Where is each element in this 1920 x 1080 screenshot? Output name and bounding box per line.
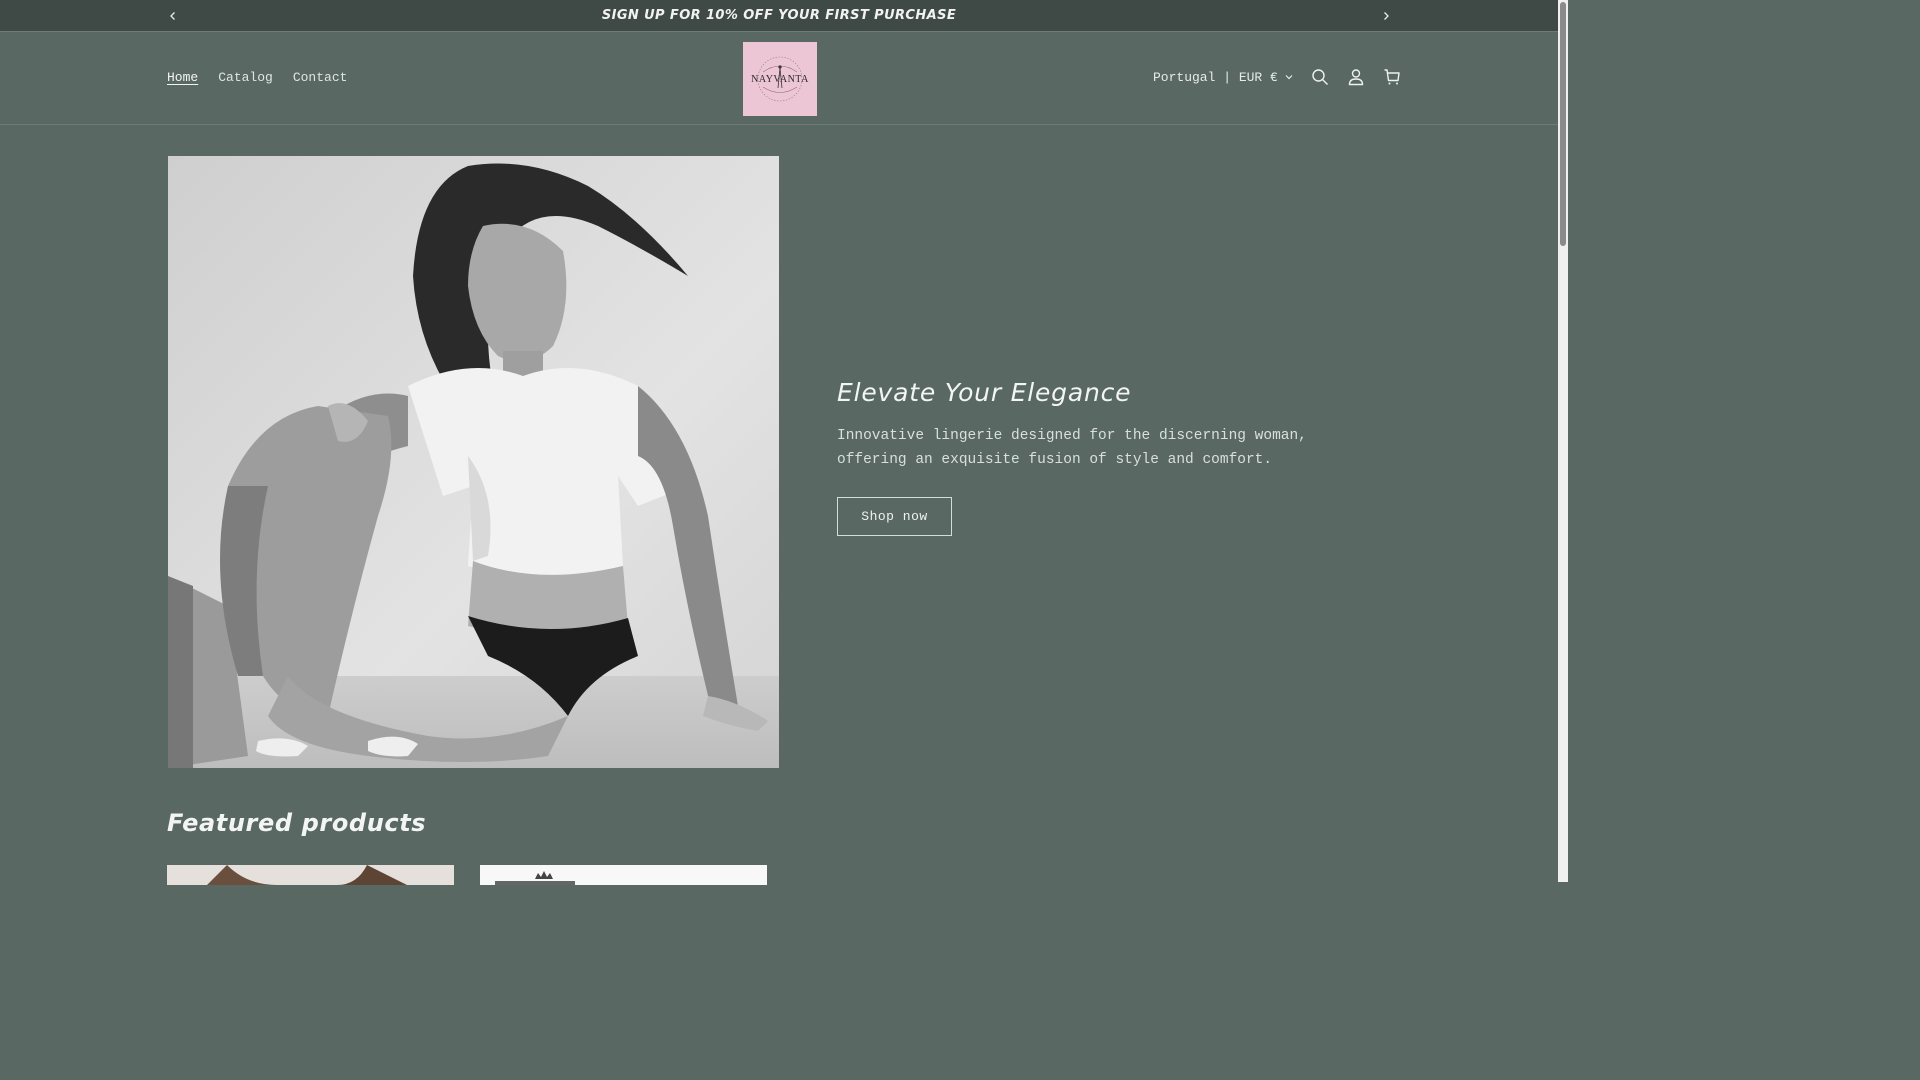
hero-image [168, 156, 779, 768]
logo-text: NAYVANTA [751, 73, 809, 85]
product-card[interactable] [480, 865, 767, 885]
nav-home-link[interactable]: Home [167, 70, 198, 85]
announcement-bar: SIGN UP FOR 10% OFF YOUR FIRST PURCHASE [0, 0, 1558, 32]
product-card[interactable] [167, 865, 454, 885]
chevron-right-icon [1384, 12, 1389, 20]
brand-logo[interactable]: NAYVANTA [743, 42, 817, 116]
search-button[interactable] [1302, 55, 1338, 99]
account-icon [1348, 69, 1364, 86]
locale-selector[interactable]: Portugal | EUR € [1146, 55, 1302, 99]
account-button[interactable] [1338, 55, 1374, 99]
product-image [480, 865, 767, 885]
hero-photo-graphic [168, 156, 779, 768]
shop-now-button[interactable]: Shop now [837, 497, 952, 536]
chevron-down-icon [1285, 75, 1293, 80]
announcement-prev-button[interactable] [163, 6, 183, 26]
cart-button[interactable] [1374, 55, 1410, 99]
main-nav: Home Catalog Contact [167, 70, 347, 85]
locale-label: Portugal | EUR € [1153, 69, 1278, 85]
announcement-message[interactable]: SIGN UP FOR 10% OFF YOUR FIRST PURCHASE [602, 8, 956, 23]
header-actions: Portugal | EUR € [1146, 55, 1410, 99]
scrollbar-thumb[interactable] [1560, 2, 1566, 246]
cart-icon [1384, 69, 1400, 85]
chevron-left-icon [170, 12, 175, 20]
hero-title: Elevate Your Elegance [837, 378, 1132, 407]
search-icon [1312, 69, 1328, 85]
announcement-next-button[interactable] [1376, 6, 1396, 26]
page-scrollbar[interactable] [1558, 0, 1568, 882]
hero-content: Elevate Your Elegance Innovative lingeri… [837, 378, 1397, 536]
site-header: Home Catalog Contact NAYVANTA Portugal |… [0, 33, 1558, 125]
featured-products-heading: Featured products [167, 809, 427, 837]
nav-contact-link[interactable]: Contact [293, 70, 348, 85]
hero-description: Innovative lingerie designed for the dis… [837, 428, 1307, 468]
product-image [167, 865, 454, 885]
nav-catalog-link[interactable]: Catalog [218, 70, 273, 85]
